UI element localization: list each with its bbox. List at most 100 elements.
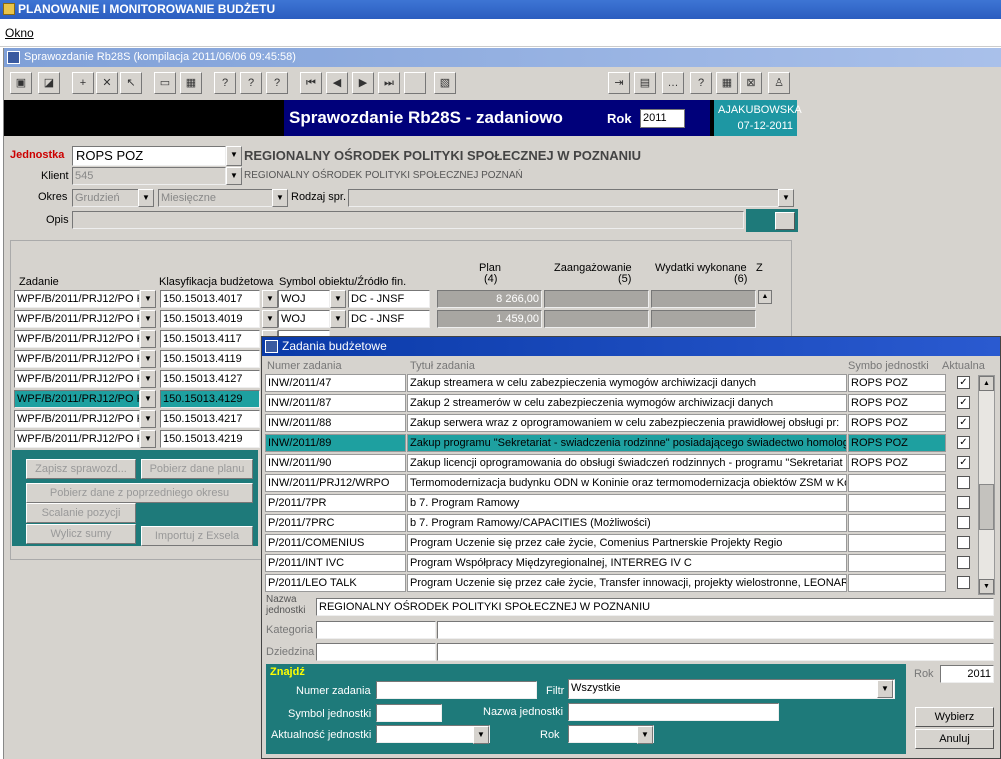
undo-icon[interactable]: ↖ (120, 72, 142, 94)
task-row[interactable]: P/2011/LEO TALK Program Uczenie się przez… (265, 573, 995, 593)
aktualna-checkbox[interactable]: ✓ (957, 456, 970, 469)
symbol-dropdown[interactable]: ▼ (330, 290, 346, 308)
klasyfikacja-cell[interactable]: 150.15013.4017 (160, 290, 260, 308)
query3-icon[interactable]: ? (266, 72, 288, 94)
task-number[interactable]: INW/2011/88 (265, 414, 406, 432)
rodzaj-select[interactable] (348, 189, 794, 207)
task-row[interactable]: INW/2011/89 Zakup programu "Sekretariat -… (265, 433, 995, 453)
rodzaj-dropdown[interactable]: ▼ (778, 189, 794, 207)
task-number[interactable]: INW/2011/47 (265, 374, 406, 392)
klasyfikacja-dropdown[interactable]: ▼ (262, 310, 278, 328)
save-icon[interactable]: ▣ (10, 72, 32, 94)
task-number[interactable]: INW/2011/PRJ12/WRPO (265, 474, 406, 492)
task-symbol[interactable]: ROPS POZ (848, 454, 946, 472)
task-title[interactable]: Zakup 2 streamerów w celu zabezpieczenia… (407, 394, 847, 412)
klasyfikacja-cell[interactable]: 150.15013.4119 (160, 350, 260, 368)
clear-icon[interactable]: ▧ (434, 72, 456, 94)
task-row[interactable]: P/2011/7PRC b 7. Program Ramowy/CAPACITIE… (265, 513, 995, 533)
zapisz-button[interactable]: Zapisz sprawozd... (26, 459, 136, 479)
okres-type-dropdown[interactable]: ▼ (272, 189, 288, 207)
task-row[interactable]: INW/2011/87 Zakup 2 streamerów w celu zab… (265, 393, 995, 413)
task-number[interactable]: P/2011/7PR (265, 494, 406, 512)
wylicz-button[interactable]: Wylicz sumy (26, 524, 136, 544)
aktualna-checkbox[interactable] (957, 516, 970, 529)
task-symbol[interactable] (848, 474, 946, 492)
task-number[interactable]: INW/2011/89 (265, 434, 406, 452)
exit-icon[interactable]: ⇥ (608, 72, 630, 94)
task-number[interactable]: INW/2011/90 (265, 454, 406, 472)
next-icon[interactable]: ▶ (352, 72, 374, 94)
aktualna-checkbox[interactable] (957, 496, 970, 509)
aktualna-checkbox[interactable] (957, 556, 970, 569)
aktualna-checkbox[interactable]: ✓ (957, 376, 970, 389)
window-icon2[interactable]: ▤ (634, 72, 656, 94)
task-title[interactable]: Zakup streamera w celu zabezpieczenia wy… (407, 374, 847, 392)
task-title[interactable]: b 7. Program Ramowy (407, 494, 847, 512)
scroll-down-icon[interactable]: ▼ (979, 579, 994, 594)
calc-icon[interactable]: ▦ (716, 72, 738, 94)
zadanie-dropdown[interactable]: ▼ (140, 350, 156, 368)
filtr-dropdown[interactable]: ▼ (877, 680, 893, 698)
task-symbol[interactable] (848, 514, 946, 532)
scroll-thumb[interactable] (979, 484, 994, 530)
grid-icon[interactable]: ▦ (180, 72, 202, 94)
symbol-cell[interactable]: WOJ (278, 290, 330, 308)
anuluj-button[interactable]: Anuluj (915, 729, 994, 749)
task-title[interactable]: b 7. Program Ramowy/CAPACITIES (Możliwoś… (407, 514, 847, 532)
dialog-scrollbar[interactable]: ▲ ▼ (978, 375, 995, 595)
print-icon[interactable]: ◪ (38, 72, 60, 94)
task-title[interactable]: Zakup licencji oprogramowania do obsługi… (407, 454, 847, 472)
task-symbol[interactable]: ROPS POZ (848, 394, 946, 412)
more-icon[interactable]: … (662, 72, 684, 94)
importuj-button[interactable]: Importuj z Exsela (141, 526, 253, 546)
zadanie-dropdown[interactable]: ▼ (140, 330, 156, 348)
last-icon[interactable]: ⏭ (378, 72, 400, 94)
klient-dropdown[interactable]: ▼ (226, 167, 242, 185)
task-title[interactable]: Zakup programu "Sekretariat - swiadczeni… (407, 434, 847, 452)
aktualna-checkbox[interactable]: ✓ (957, 436, 970, 449)
filtr-select[interactable]: Wszystkie (568, 679, 895, 699)
menu-okno[interactable]: Okno (5, 26, 34, 40)
task-symbol[interactable]: ROPS POZ (848, 414, 946, 432)
zadanie-cell[interactable]: WPF/B/2011/PRJ12/PO KL (14, 350, 140, 368)
task-symbol[interactable]: ROPS POZ (848, 374, 946, 392)
task-title[interactable]: Program Uczenie się przez całe życie, Tr… (407, 574, 847, 592)
zadanie-dropdown[interactable]: ▼ (140, 410, 156, 428)
jednostka-dropdown[interactable]: ▼ (226, 146, 242, 166)
okres-dropdown[interactable]: ▼ (138, 189, 154, 207)
task-symbol[interactable] (848, 574, 946, 592)
query-icon[interactable]: ? (214, 72, 236, 94)
zadanie-dropdown[interactable]: ▼ (140, 370, 156, 388)
rok-filter-dropdown[interactable]: ▼ (637, 726, 653, 744)
task-row[interactable]: P/2011/7PR b 7. Program Ramowy (265, 493, 995, 513)
zrodlo-cell[interactable]: DC - JNSF (348, 310, 430, 328)
task-symbol[interactable] (848, 534, 946, 552)
task-number[interactable]: P/2011/LEO TALK (265, 574, 406, 592)
zadanie-cell[interactable]: WPF/B/2011/PRJ12/PO KL (14, 310, 140, 328)
query2-icon[interactable]: ? (240, 72, 262, 94)
rok-input[interactable]: 2011 (640, 109, 685, 128)
task-symbol[interactable] (848, 494, 946, 512)
zadanie-cell[interactable]: WPF/B/2011/PRJ12/PO KL (14, 370, 140, 388)
grid-scroll-up[interactable]: ▲ (758, 290, 772, 304)
zadanie-cell[interactable]: WPF/B/2011/PRJ12/PO KL (14, 290, 140, 308)
klasyfikacja-cell[interactable]: 150.15013.4127 (160, 370, 260, 388)
zadanie-cell[interactable]: WPF/B/2011/PRJ12/PO KL (14, 410, 140, 428)
zadanie-cell[interactable]: WPF/B/2011/PRJ12/PO KL (14, 390, 140, 408)
task-number[interactable]: P/2011/INT IVC (265, 554, 406, 572)
zadanie-cell[interactable]: WPF/B/2011/PRJ12/PO KL (14, 330, 140, 348)
zadanie-dropdown[interactable]: ▼ (140, 310, 156, 328)
add-icon[interactable]: + (72, 72, 94, 94)
klasyfikacja-cell[interactable]: 150.15013.4129 (160, 390, 260, 408)
task-row[interactable]: INW/2011/47 Zakup streamera w celu zabezp… (265, 373, 995, 393)
numer-zadania-input[interactable] (376, 681, 537, 699)
task-title[interactable]: Program Uczenie się przez całe życie, Co… (407, 534, 847, 552)
scroll-up-icon[interactable]: ▲ (979, 376, 994, 391)
klasyfikacja-cell[interactable]: 150.15013.4019 (160, 310, 260, 328)
klasyfikacja-dropdown[interactable]: ▼ (262, 290, 278, 308)
list-icon[interactable]: ▭ (154, 72, 176, 94)
task-title[interactable]: Zakup serwera wraz z oprogramowaniem w c… (407, 414, 847, 432)
aktualna-checkbox[interactable]: ✓ (957, 416, 970, 429)
pobierz-plan-button[interactable]: Pobierz dane planu (141, 459, 253, 479)
klasyfikacja-cell[interactable]: 150.15013.4217 (160, 410, 260, 428)
